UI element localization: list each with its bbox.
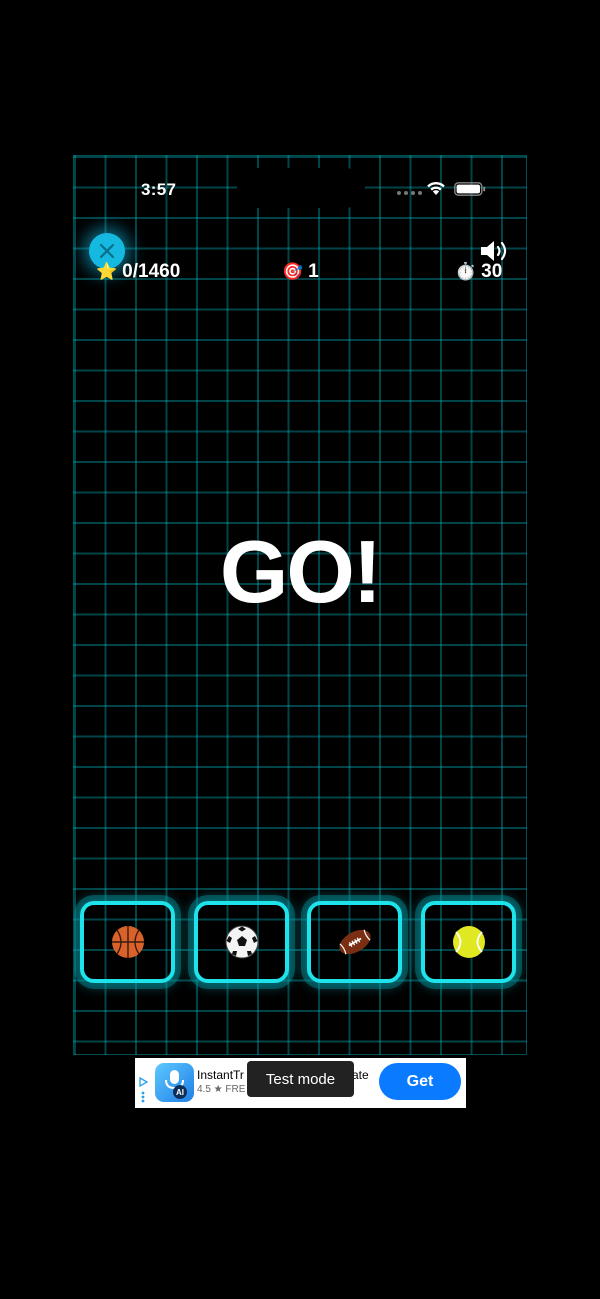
wifi-icon <box>427 181 445 195</box>
ad-app-name: InstantTr ate <box>197 1068 369 1082</box>
hits-display: 🎯 1 <box>282 260 319 284</box>
close-icon <box>99 243 115 259</box>
status-time: 3:57 <box>141 180 177 199</box>
ad-choices-icon[interactable] <box>137 1076 149 1104</box>
score-display: ⭐ 0/1460 <box>96 260 180 284</box>
ad-app-name-end: ate <box>352 1068 369 1082</box>
tennis-ball-icon <box>452 926 485 958</box>
microphone-ai-icon: AI <box>165 1070 187 1099</box>
status-bar: 3:57 <box>74 156 526 222</box>
timer-value: 30 <box>481 261 503 282</box>
cellular-signal-icon <box>397 191 422 195</box>
soccer-ball-slot[interactable] <box>194 901 289 983</box>
star-icon: ⭐ <box>96 262 118 281</box>
ad-rating: 4.5 ★ FRE <box>197 1084 246 1095</box>
ad-banner[interactable]: AI InstantTr ate 4.5 ★ FRE Test mode Get <box>135 1058 466 1108</box>
basketball-icon <box>111 926 144 958</box>
get-button[interactable]: Get <box>379 1063 461 1100</box>
stopwatch-icon: ⏱️ <box>455 262 477 281</box>
go-banner: GO! <box>219 522 382 621</box>
tennis-ball-slot[interactable] <box>421 901 516 983</box>
ad-app-icon[interactable]: AI <box>155 1063 194 1102</box>
soccer-ball-icon <box>225 925 258 959</box>
ball-selector <box>74 891 526 996</box>
dynamic-island <box>237 168 365 208</box>
hits-value: 1 <box>308 261 319 282</box>
svg-text:AI: AI <box>176 1088 184 1097</box>
basketball-slot[interactable] <box>80 901 175 983</box>
american-football-icon <box>338 929 371 955</box>
target-icon: 🎯 <box>282 262 304 281</box>
timer-display: ⏱️ 30 <box>455 260 502 284</box>
battery-icon <box>454 182 486 196</box>
american-football-slot[interactable] <box>307 901 402 983</box>
test-mode-badge: Test mode <box>247 1061 354 1097</box>
game-screen: 3:57 ⭐ 0/1460 🎯 1 ⏱️ 30 GO! <box>73 155 527 1055</box>
ad-app-name-start: InstantTr <box>197 1068 244 1082</box>
score-value: 0/1460 <box>122 261 181 282</box>
